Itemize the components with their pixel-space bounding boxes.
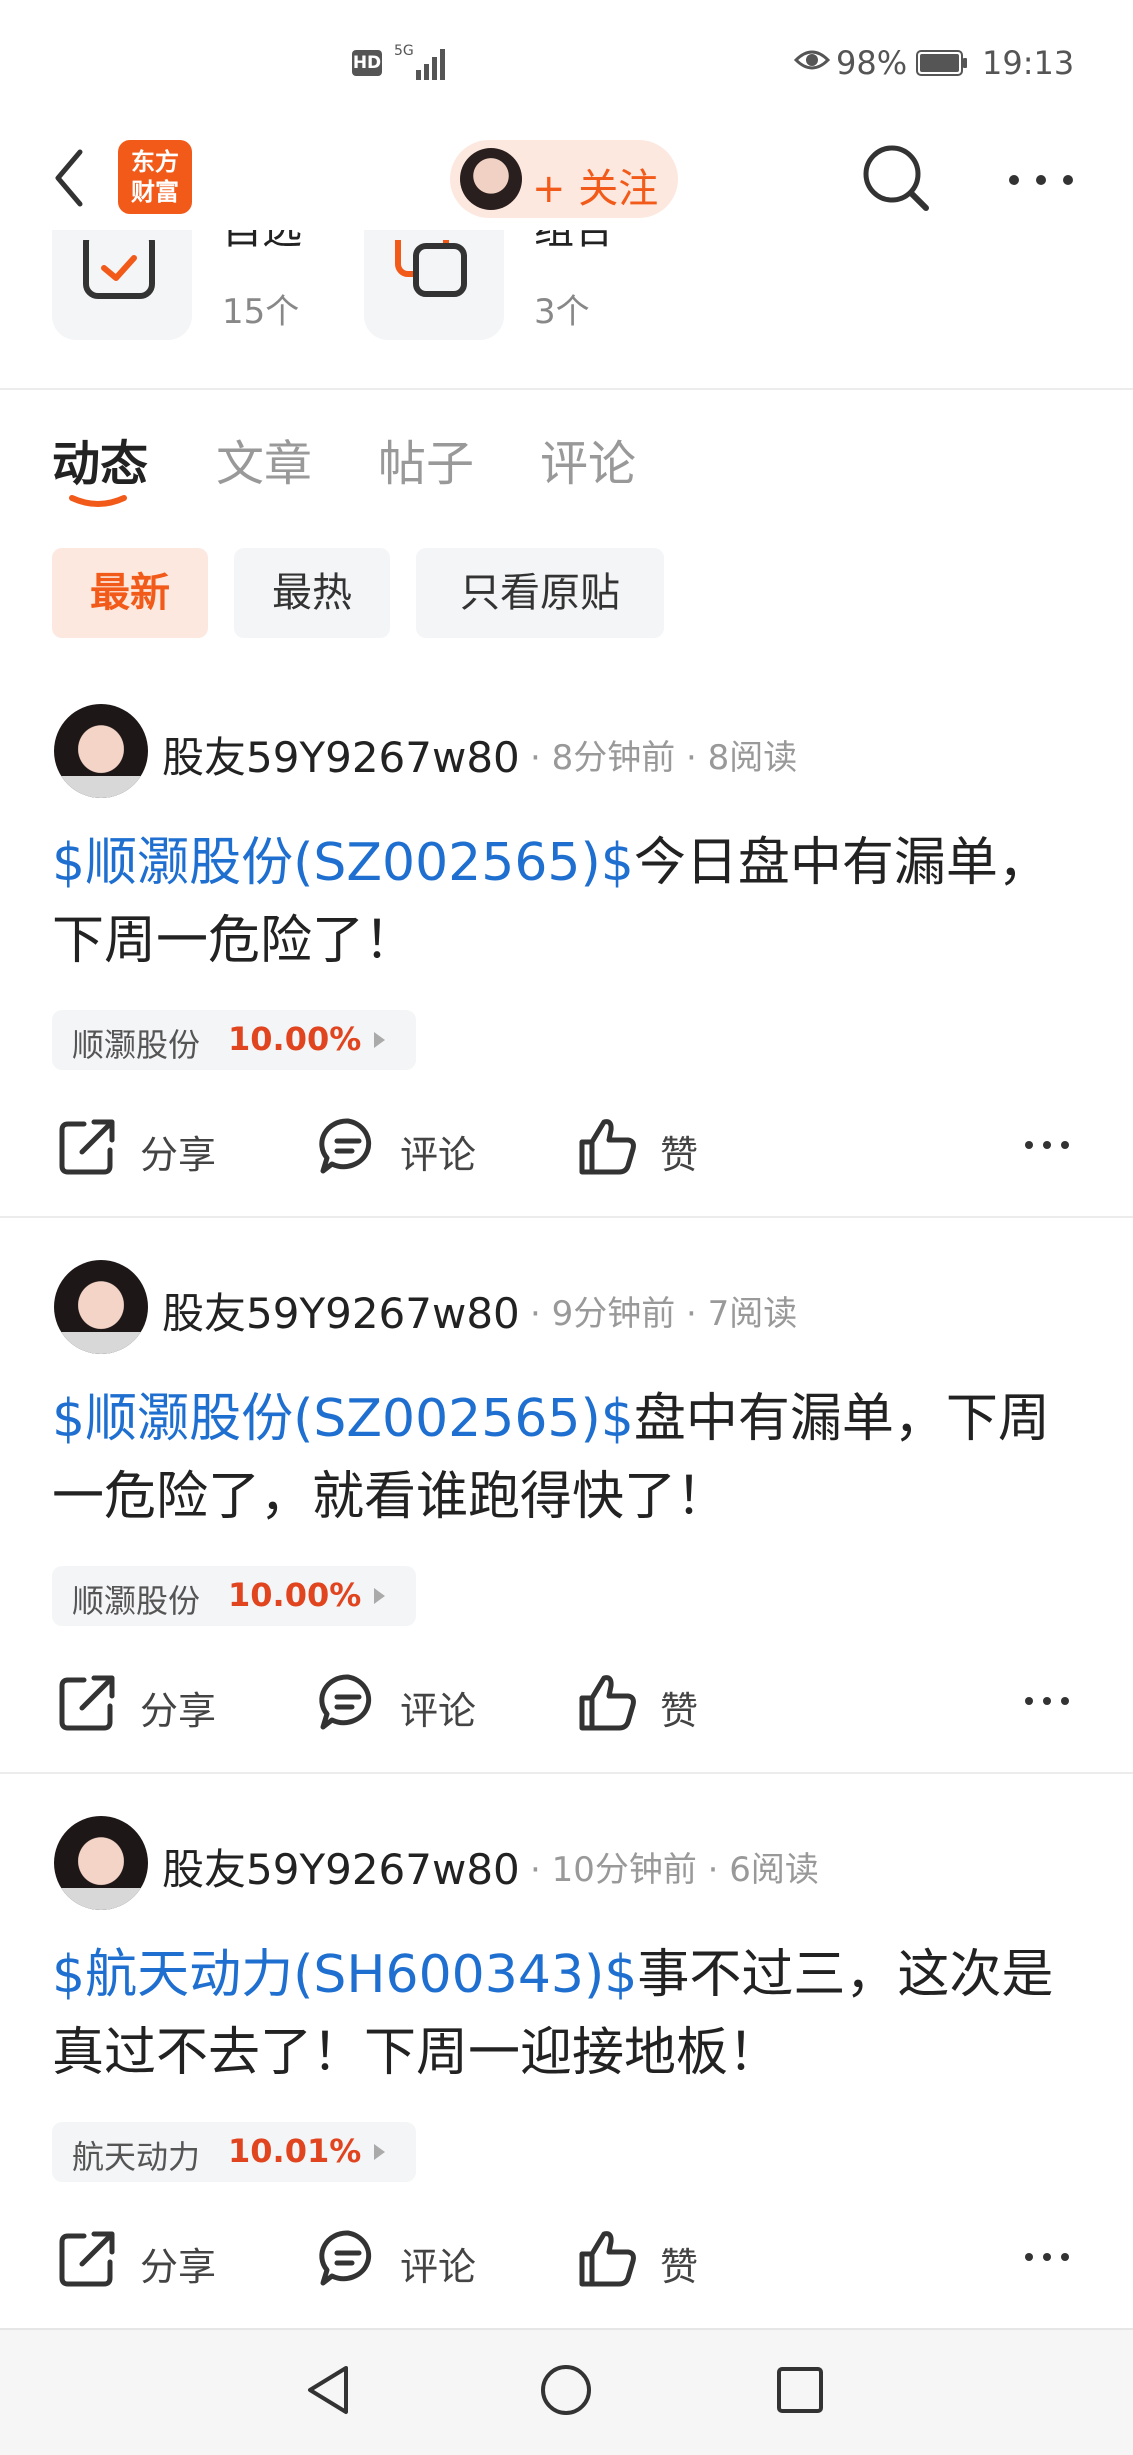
avatar[interactable] <box>54 704 148 798</box>
stock-name: 顺灏股份 <box>72 1026 201 1064</box>
post-meta: · 8分钟前 · 8阅读 <box>530 738 798 778</box>
filter-original-only[interactable]: 只看原贴 <box>416 548 664 638</box>
tab-active-indicator <box>69 495 127 507</box>
share-label: 分享 <box>140 1133 217 1177</box>
author-name[interactable]: 股友59Y9267w80 <box>162 724 520 785</box>
avatar[interactable] <box>54 1816 148 1910</box>
avatar <box>460 148 522 210</box>
post-content[interactable]: $顺灏股份(SZ002565)$盘中有漏单，下周一危险了，就看谁跑得快了！ <box>52 1380 1092 1536</box>
share-icon <box>59 2231 115 2287</box>
more-icon[interactable] <box>1006 172 1076 188</box>
stock-ticker-link[interactable]: $顺灏股份(SZ002565)$ <box>52 1389 634 1449</box>
follow-button[interactable]: + 关注 <box>450 140 678 218</box>
avatar[interactable] <box>54 1260 148 1354</box>
post-divider <box>0 1772 1133 1774</box>
tab-posts[interactable]: 帖子 <box>378 424 474 494</box>
portfolio-count: 3个 <box>534 292 590 332</box>
stock-chip[interactable]: 航天动力 10.01% <box>52 2122 416 2182</box>
portfolio-card[interactable] <box>364 230 504 340</box>
back-arrow-icon[interactable] <box>50 148 90 208</box>
comment-label: 评论 <box>400 1133 477 1177</box>
stock-chip[interactable]: 顺灏股份 10.00% <box>52 1566 416 1626</box>
chevron-right-icon <box>374 1588 385 1604</box>
like-label: 赞 <box>660 2245 699 2289</box>
logo-text: 东方财富 <box>131 148 179 206</box>
comment-label: 评论 <box>400 1689 477 1733</box>
post-meta: · 10分钟前 · 6阅读 <box>530 1850 819 1890</box>
watchlist-card[interactable] <box>52 230 192 340</box>
system-nav-bar <box>0 2328 1133 2455</box>
share-label: 分享 <box>140 1689 217 1733</box>
share-icon <box>59 1675 115 1731</box>
watchlist-title: 自选 <box>222 230 302 253</box>
stock-change: 10.00% <box>228 1020 362 1058</box>
post-content[interactable]: $航天动力(SH600343)$事不过三，这次是真过不去了！下周一迎接地板！ <box>52 1936 1092 2092</box>
comment-label: 评论 <box>400 2245 477 2289</box>
comment-icon <box>319 2230 372 2286</box>
stock-chip[interactable]: 顺灏股份 10.00% <box>52 1010 416 1070</box>
hd-indicator: HD <box>352 50 382 76</box>
watchlist-count: 15个 <box>222 292 300 332</box>
like-label: 赞 <box>660 1133 699 1177</box>
thumbs-up-icon <box>579 1675 636 1731</box>
battery-percent: 98% <box>836 44 908 82</box>
stock-ticker-link[interactable]: $航天动力(SH600343)$ <box>52 1945 637 2005</box>
stock-name: 航天动力 <box>72 2138 201 2176</box>
checkbox-icon <box>83 240 155 299</box>
tab-dynamics[interactable]: 动态 <box>52 424 148 494</box>
author-name[interactable]: 股友59Y9267w80 <box>162 1280 520 1341</box>
clock: 19:13 <box>982 44 1075 82</box>
more-icon[interactable] <box>1022 1138 1072 1152</box>
stock-ticker-link[interactable]: $顺灏股份(SZ002565)$ <box>52 833 634 893</box>
author-name[interactable]: 股友59Y9267w80 <box>162 1836 520 1897</box>
eye-comfort-icon <box>794 50 830 70</box>
thumbs-up-icon <box>579 2231 636 2287</box>
more-icon[interactable] <box>1022 2250 1072 2264</box>
status-bar: HD 5G 98% 19:13 <box>0 0 1133 120</box>
thumbs-up-icon <box>579 1119 636 1175</box>
stock-change: 10.01% <box>228 2132 362 2170</box>
post-meta: · 9分钟前 · 7阅读 <box>530 1294 798 1334</box>
nav-recents-icon[interactable] <box>770 2360 830 2420</box>
portfolio-icon <box>395 240 467 297</box>
stock-change: 10.00% <box>228 1576 362 1614</box>
share-label: 分享 <box>140 2245 217 2289</box>
filter-hottest[interactable]: 最热 <box>234 548 390 638</box>
chevron-right-icon <box>374 1032 385 1048</box>
comment-icon <box>319 1118 372 1174</box>
portfolio-title: 组合 <box>534 230 614 253</box>
nav-home-icon[interactable] <box>536 2360 596 2420</box>
post-content[interactable]: $顺灏股份(SZ002565)$今日盘中有漏单，下周一危险了！ <box>52 824 1092 980</box>
tab-comments[interactable]: 评论 <box>540 424 636 494</box>
follow-label: + 关注 <box>532 166 659 212</box>
battery-icon <box>916 50 967 76</box>
filter-latest[interactable]: 最新 <box>52 548 208 638</box>
section-divider <box>0 388 1133 390</box>
chevron-right-icon <box>374 2144 385 2160</box>
app-logo[interactable]: 东方财富 <box>118 140 192 214</box>
network-type: 5G <box>394 43 414 59</box>
more-icon[interactable] <box>1022 1694 1072 1708</box>
search-icon[interactable] <box>858 140 934 216</box>
post-divider <box>0 1216 1133 1218</box>
signal-icon <box>416 49 445 80</box>
comment-icon <box>319 1674 372 1730</box>
like-label: 赞 <box>660 1689 699 1733</box>
share-icon <box>59 1119 115 1175</box>
nav-back-icon[interactable] <box>300 2360 360 2420</box>
tab-articles[interactable]: 文章 <box>216 424 312 494</box>
stock-name: 顺灏股份 <box>72 1582 201 1620</box>
